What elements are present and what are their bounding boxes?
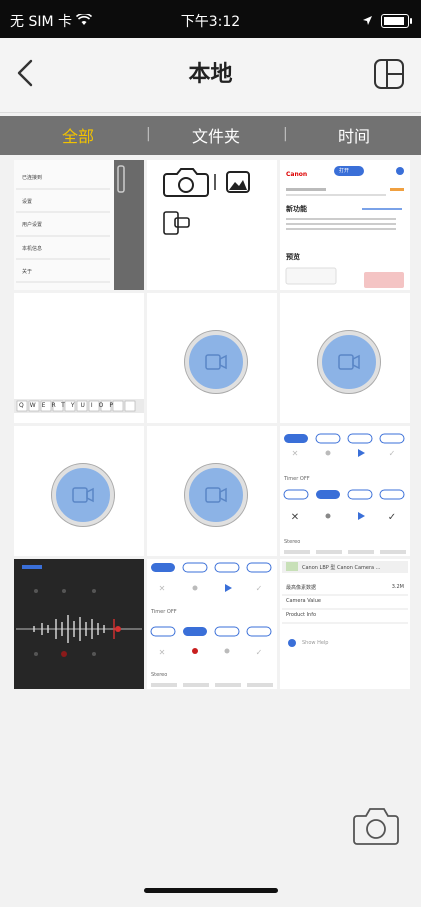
- media-thumbnail[interactable]: [280, 293, 410, 423]
- mode-settings-screenshot-thumbnail: ✕ ✓ ✕ ✓: [150, 562, 273, 687]
- media-thumbnail[interactable]: [147, 160, 277, 290]
- mode-label: Stereo: [284, 539, 301, 545]
- mode-label: Timer OFF: [151, 609, 177, 615]
- list-item: 本机信息: [22, 246, 43, 252]
- list-item: 关于: [22, 269, 33, 275]
- list-item: 设置: [22, 199, 33, 205]
- video-placeholder-icon: [52, 464, 114, 526]
- navigation-bar: 本地: [0, 38, 421, 113]
- media-thumbnail[interactable]: ✕ ✓ ✕ ✓ Timer OFF Stereo: [147, 559, 277, 689]
- media-thumbnail[interactable]: ✕ ✓ ✕ ✓ Timer OFF Stereo: [280, 426, 410, 556]
- segment-divider: |: [146, 126, 151, 142]
- home-indicator: [144, 888, 278, 893]
- info-row-label: Product Info: [286, 612, 317, 618]
- list-item: 用户设置: [22, 222, 43, 228]
- svg-text:✕: ✕: [159, 648, 166, 657]
- info-row-label: 最高像素数据: [286, 585, 317, 591]
- page-title: 本地: [188, 62, 233, 87]
- media-thumbnail[interactable]: 已连接到 设置 用户设置 本机信息 关于: [14, 160, 144, 290]
- list-item: 已连接到: [22, 175, 43, 181]
- battery-icon: [381, 13, 412, 28]
- svg-text:✓: ✓: [388, 512, 396, 523]
- status-bar: 无 SIM 卡 下午3:12: [0, 0, 421, 38]
- segment-time[interactable]: 时间: [338, 123, 370, 147]
- svg-text:✓: ✓: [389, 449, 396, 458]
- status-right: [362, 11, 412, 30]
- filter-segmented-control: 全部 | 文件夹 | 时间: [0, 116, 421, 155]
- section-heading: 新功能: [286, 205, 307, 213]
- layout-icon: [374, 59, 404, 89]
- media-thumbnail[interactable]: [14, 559, 144, 689]
- info-help-link: Show Help: [302, 640, 329, 646]
- svg-text:✕: ✕: [159, 584, 166, 593]
- media-grid: 已连接到 设置 用户设置 本机信息 关于 Canon 打开 新功能 预览 QWE…: [14, 160, 410, 692]
- status-time: 下午3:12: [180, 14, 241, 30]
- camera-gallery-screenshot-thumbnail: [163, 168, 250, 235]
- video-placeholder-icon: [318, 331, 380, 393]
- camera-info-screenshot-thumbnail: [282, 561, 408, 647]
- video-placeholder-icon: [185, 464, 247, 526]
- info-row-value: 3.2M: [391, 584, 404, 590]
- camera-info-title: Canon LBP 型 Canon Camera ...: [302, 565, 381, 571]
- mode-label: Timer OFF: [284, 476, 310, 482]
- svg-text:✓: ✓: [256, 648, 263, 657]
- screen: 无 SIM 卡 下午3:12 本地 全部 | 文件夹 | 时间 已连接到 设置 …: [0, 0, 421, 907]
- app-info-screenshot-thumbnail: [285, 166, 404, 288]
- segment-all[interactable]: 全部: [62, 123, 94, 147]
- info-row-label: Camera Value: [286, 598, 321, 604]
- app-open-label: 打开: [339, 168, 350, 174]
- layout-toggle-button[interactable]: [371, 56, 407, 92]
- svg-text:✕: ✕: [292, 449, 299, 458]
- camera-button[interactable]: [351, 802, 401, 850]
- media-thumbnail[interactable]: [147, 426, 277, 556]
- media-thumbnail[interactable]: Canon 打开 新功能 预览: [280, 160, 410, 290]
- location-icon: [362, 11, 373, 30]
- segment-divider: |: [283, 126, 288, 142]
- media-thumbnail[interactable]: QWERTYUIOP: [14, 293, 144, 423]
- segment-folder[interactable]: 文件夹: [192, 123, 240, 147]
- media-thumbnail[interactable]: [14, 426, 144, 556]
- audio-recorder-screenshot-thumbnail: [16, 565, 142, 657]
- camera-icon: [353, 808, 399, 845]
- section-heading: 预览: [286, 253, 300, 261]
- video-placeholder-icon: [185, 331, 247, 393]
- media-thumbnail[interactable]: Canon LBP 型 Canon Camera ... 最高像素数据 3.2M…: [280, 559, 410, 689]
- mode-settings-screenshot-thumbnail: ✕ ✓ ✕ ✓: [283, 433, 406, 554]
- svg-text:✓: ✓: [256, 584, 263, 593]
- mode-label: Stereo: [151, 672, 168, 678]
- keyboard-keys: QWERTYUIOP: [19, 402, 120, 409]
- svg-text:✕: ✕: [291, 512, 299, 523]
- media-thumbnail[interactable]: [147, 293, 277, 423]
- app-brand: Canon: [286, 171, 308, 178]
